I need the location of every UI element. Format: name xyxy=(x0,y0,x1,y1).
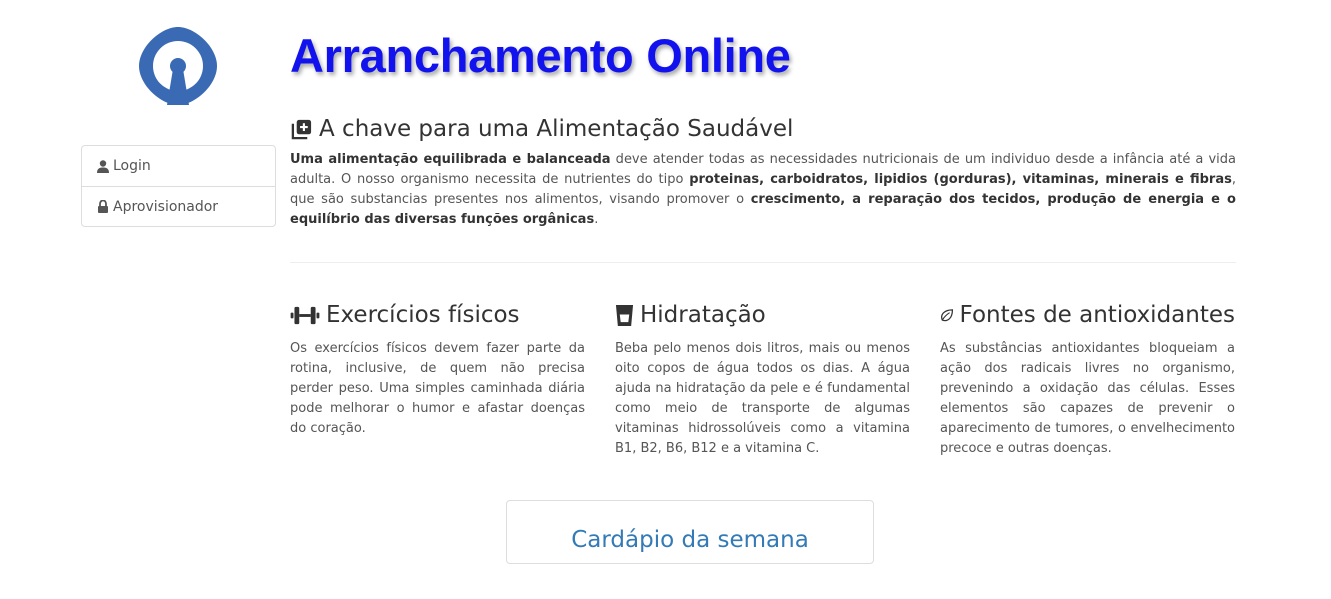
cardapio-button[interactable]: Cardápio da semana xyxy=(506,500,874,564)
page: Login Aprovisionador Arranchamento Onlin… xyxy=(0,0,1331,599)
feature-heading-text: Hidratação xyxy=(640,302,766,328)
intro-text-bold-1: Uma alimentação equilibrada e balanceada xyxy=(290,152,611,167)
sidebar-item-label: Aprovisionador xyxy=(113,198,219,215)
intro-paragraph: Uma alimentação equilibrada e balanceada… xyxy=(290,150,1236,230)
feature-heading: Hidratação xyxy=(615,302,910,328)
lock-icon xyxy=(98,200,108,213)
user-icon xyxy=(97,159,109,173)
intro-text-3: . xyxy=(594,212,599,227)
feature-antioxidantes: Fontes de antioxidantes As substâncias a… xyxy=(940,302,1235,459)
intro-heading-text: A chave para uma Alimentação Saudável xyxy=(319,116,794,142)
feature-heading: Fontes de antioxidantes xyxy=(940,302,1235,328)
feature-hidratacao: Hidratação Beba pelo menos dois litros, … xyxy=(615,302,910,459)
glass-icon xyxy=(615,304,634,326)
intro-section: A chave para uma Alimentação Saudável Um… xyxy=(290,116,1236,230)
page-title: Arranchamento Online xyxy=(290,29,791,82)
sidebar-item-label: Login xyxy=(113,158,151,174)
dumbbell-icon xyxy=(290,306,320,324)
feature-exercicios: Exercícios físicos Os exercícios físicos… xyxy=(290,302,585,439)
divider xyxy=(290,262,1236,263)
sidebar-item-aprovisionador[interactable]: Aprovisionador xyxy=(82,186,275,226)
sidebar-item-login[interactable]: Login xyxy=(82,146,275,186)
feature-heading-text: Fontes de antioxidantes xyxy=(959,302,1235,328)
intro-heading: A chave para uma Alimentação Saudável xyxy=(290,116,1236,142)
feature-text: Os exercícios físicos devem fazer parte … xyxy=(290,341,585,436)
keyhole-logo-icon[interactable] xyxy=(137,25,219,107)
intro-text-bold-2: proteinas, carboidratos, lipidios (gordu… xyxy=(689,172,1232,187)
plus-square-icon xyxy=(291,119,312,139)
feature-text: Beba pelo menos dois litros, mais ou men… xyxy=(615,341,910,456)
leaf-icon xyxy=(941,308,954,321)
feature-heading: Exercícios físicos xyxy=(290,302,585,328)
sidebar-menu: Login Aprovisionador xyxy=(81,145,276,227)
feature-text: As substâncias antioxidantes bloqueiam a… xyxy=(940,341,1235,456)
feature-heading-text: Exercícios físicos xyxy=(326,302,520,328)
